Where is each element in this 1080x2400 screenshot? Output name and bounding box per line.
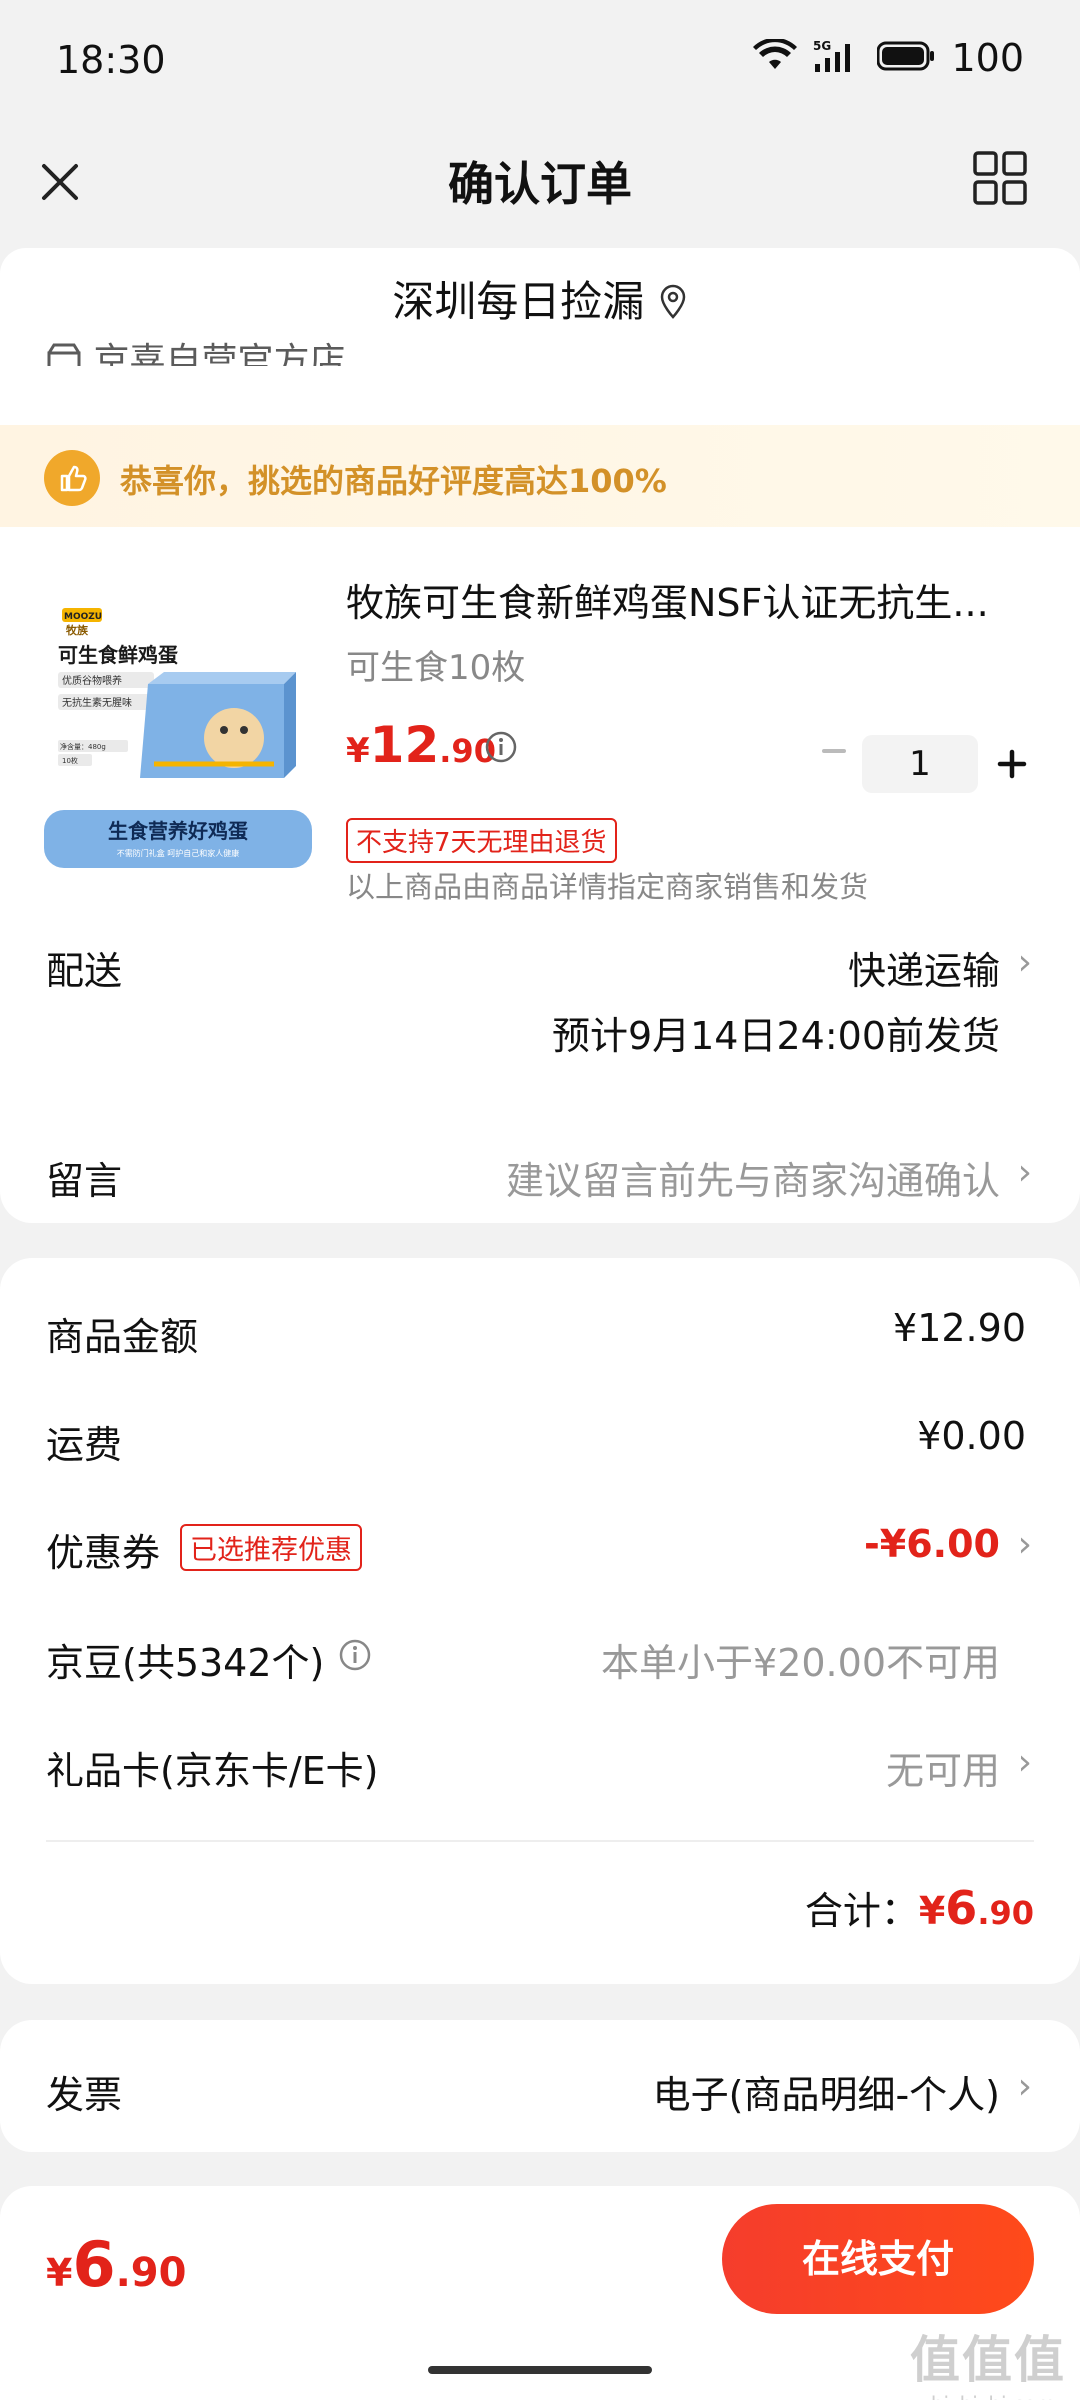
coupon-chevron-right-icon[interactable]: › <box>1018 1524 1032 1565</box>
message-chevron-right-icon[interactable]: › <box>1018 1152 1032 1193</box>
beans-info-icon[interactable] <box>338 1638 372 1676</box>
signal-5g-icon: 5G <box>813 38 861 78</box>
delivery-chevron-right-icon[interactable]: › <box>1018 942 1032 983</box>
invoice-label: 发票 <box>46 2073 123 2117</box>
store-subtitle: 京喜自营官方店 <box>46 332 345 366</box>
freight-label: 运费 <box>46 1423 123 1467</box>
price-info-icon[interactable] <box>484 730 518 768</box>
product-image-net: 净含量：480g <box>60 742 106 751</box>
product-spec: 可生食10枚 <box>346 648 526 688</box>
coupon-label: 优惠券 <box>46 1531 161 1575</box>
summary-divider <box>46 1840 1034 1842</box>
invoice-value[interactable]: 电子(商品明细-个人) <box>653 2064 1000 2119</box>
goods-amount-label: 商品金额 <box>46 1315 199 1359</box>
product-price: ¥12.90 <box>346 716 496 774</box>
grid-menu-icon[interactable] <box>972 150 1032 210</box>
product-image-footer: 生食营养好鸡蛋 <box>108 819 248 843</box>
product-name[interactable]: 牧族可生食新鲜鸡蛋NSF认证无抗生... <box>346 572 1036 627</box>
wifi-icon <box>753 37 798 77</box>
giftcard-label: 礼品卡(京东卡/E卡) <box>46 1749 379 1793</box>
checkout-total: ¥6.90 <box>46 2228 187 2301</box>
product-image[interactable]: MOOZU 牧族 可生食鲜鸡蛋 优质谷物喂养 无抗生素无腥味 净含量：480g … <box>44 588 312 868</box>
coupon-badge: 已选推荐优惠 <box>180 1524 362 1571</box>
battery-level: 100 <box>951 36 1024 80</box>
shop-icon <box>46 341 93 366</box>
price-summary-card <box>0 1258 1080 1984</box>
seller-note: 以上商品由商品详情指定商家销售和发货 <box>346 870 869 904</box>
svg-text:5G: 5G <box>813 39 831 53</box>
message-field[interactable]: 建议留言前先与商家沟通确认 <box>506 1150 1000 1205</box>
status-time: 18:30 <box>56 38 166 82</box>
quantity-input[interactable]: 1 <box>862 735 978 793</box>
coupon-value[interactable]: -¥6.00 <box>864 1522 1000 1566</box>
praise-banner-text: 恭喜你，挑选的商品好评度高达100% <box>120 462 667 500</box>
status-icons: 5G 100 <box>753 36 1024 80</box>
thumbs-up-icon <box>44 450 100 506</box>
product-image-brand-cn: 牧族 <box>66 623 89 637</box>
invoice-chevron-right-icon[interactable]: › <box>1018 2066 1032 2107</box>
store-title[interactable]: 深圳每日捡漏 <box>0 268 1080 329</box>
quantity-increase-button[interactable] <box>992 744 1032 784</box>
pay-online-button[interactable]: 在线支付 <box>722 2204 1034 2314</box>
giftcard-chevron-right-icon[interactable]: › <box>1018 1742 1032 1783</box>
beans-label: 京豆(共5342个) <box>46 1641 325 1685</box>
quantity-decrease-button[interactable] <box>816 740 852 753</box>
goods-amount-value: ¥12.90 <box>893 1306 1026 1350</box>
product-image-title: 可生食鲜鸡蛋 <box>58 643 178 667</box>
message-label: 留言 <box>46 1159 123 1203</box>
giftcard-value[interactable]: 无可用 <box>886 1740 1000 1795</box>
product-image-tag1: 优质谷物喂养 <box>62 674 122 687</box>
delivery-method[interactable]: 快递运输 <box>848 940 1000 995</box>
delivery-date: 预计9月14日24:00前发货 <box>551 1014 1000 1058</box>
watermark: 值值值 zhizhizhi.com <box>910 2331 1066 2400</box>
freight-value: ¥0.00 <box>917 1414 1026 1458</box>
product-image-tag2: 无抗生素无腥味 <box>62 696 132 709</box>
page-title: 确认订单 <box>448 157 632 211</box>
battery-icon <box>876 40 935 76</box>
order-total: 合计：¥6.90 <box>804 1881 1034 1935</box>
product-image-footer-sub: 不需防门礼盒 呵护自己和家人健康 <box>117 848 240 858</box>
location-pin-icon <box>658 277 688 326</box>
home-indicator[interactable] <box>428 2366 652 2374</box>
product-image-count: 10枚 <box>62 756 78 765</box>
delivery-label: 配送 <box>46 949 123 993</box>
no-return-badge: 不支持7天无理由退货 <box>346 818 617 863</box>
beans-value: 本单小于¥20.00不可用 <box>601 1641 1000 1685</box>
product-image-brand: MOOZU <box>64 612 102 622</box>
